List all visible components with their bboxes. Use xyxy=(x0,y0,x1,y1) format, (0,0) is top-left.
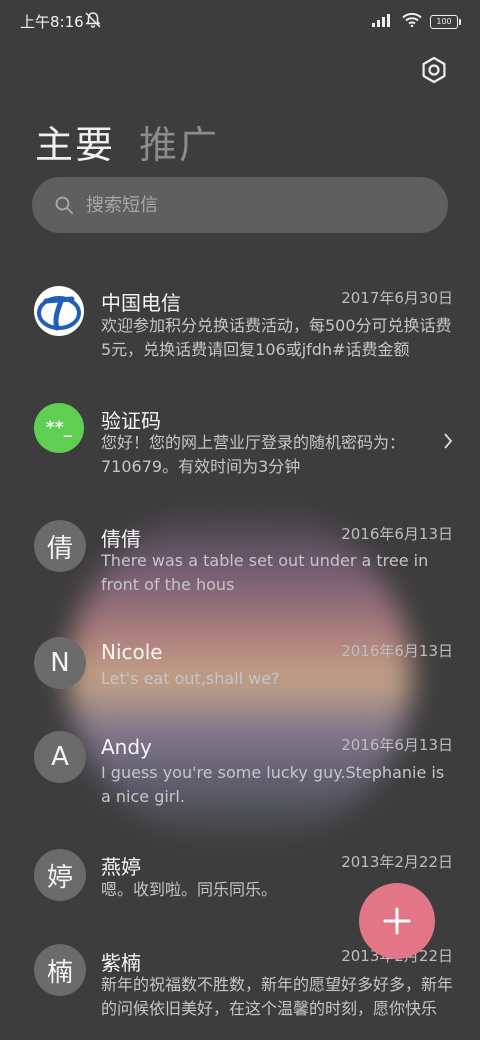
conversation-name: 倩倩 xyxy=(101,527,141,551)
conversation-date: 2017年6月30日 xyxy=(341,289,453,307)
contact-avatar: A xyxy=(34,731,86,783)
search-bar[interactable] xyxy=(32,177,448,233)
conversation-item[interactable]: 倩 倩倩 2016年6月13日 There was a table set ou… xyxy=(0,520,480,600)
mute-icon xyxy=(84,11,102,33)
search-input[interactable] xyxy=(84,193,388,217)
conversation-item[interactable]: 楠 紫楠 2013年2月22日 新年的祝福数不胜数，新年的愿望好多好多，新年的问… xyxy=(0,944,480,1034)
conversation-name: 验证码 xyxy=(101,409,161,433)
conversation-item[interactable]: A Andy 2016年6月13日 I guess you're some lu… xyxy=(0,731,480,811)
plus-icon xyxy=(383,907,411,935)
conversation-preview: 您好！您的网上营业厅登录的随机密码为：710679。有效时间为3分钟 xyxy=(101,433,406,476)
contact-avatar: 婷 xyxy=(34,849,86,901)
conversation-date: 2016年6月13日 xyxy=(341,525,453,543)
search-icon xyxy=(55,196,73,214)
verification-avatar: **_ xyxy=(34,403,84,453)
status-bar: 上午8:16 100 xyxy=(0,0,480,44)
new-message-button[interactable] xyxy=(359,883,435,959)
conversation-preview: Let's eat out,shall we? xyxy=(101,669,280,688)
conversation-date: 2016年6月13日 xyxy=(341,736,453,754)
conversation-item[interactable]: N Nicole 2016年6月13日 Let's eat out,shall … xyxy=(0,637,480,697)
conversation-preview: 新年的祝福数不胜数，新年的愿望好多好多，新年的问候依旧美好，在这个温馨的时刻，愿… xyxy=(101,975,453,1018)
conversation-item[interactable]: **_ 验证码 您好！您的网上营业厅登录的随机密码为：710679。有效时间为3… xyxy=(0,403,480,483)
battery-level: 100 xyxy=(436,17,452,26)
settings-icon[interactable] xyxy=(418,54,450,86)
conversation-preview: 欢迎参加积分兑换话费活动，每500分可兑换话费5元，兑换话费请回复106或jfd… xyxy=(101,316,452,359)
contact-avatar: 楠 xyxy=(34,944,86,996)
conversation-date: 2016年6月13日 xyxy=(341,642,453,660)
conversation-name: 紫楠 xyxy=(101,951,141,975)
tab-main[interactable]: 主要 xyxy=(35,114,115,169)
tab-bar: 主要 推广 xyxy=(35,114,219,169)
tab-promotions[interactable]: 推广 xyxy=(139,114,219,169)
conversation-item[interactable]: 中国电信 2017年6月30日 欢迎参加积分兑换话费活动，每500分可兑换话费5… xyxy=(0,284,480,364)
conversation-name: Nicole xyxy=(101,640,163,664)
conversation-date: 2013年2月22日 xyxy=(341,853,453,871)
chevron-right-icon[interactable] xyxy=(442,432,454,450)
signal-icon xyxy=(372,12,394,31)
conversation-name: 燕婷 xyxy=(101,855,141,879)
battery-icon: 100 xyxy=(430,14,461,29)
contact-avatar: N xyxy=(34,637,86,689)
conversation-name: Andy xyxy=(101,735,152,759)
telecom-logo-avatar xyxy=(34,286,84,336)
conversation-preview: There was a table set out under a tree i… xyxy=(101,551,429,594)
contact-avatar: 倩 xyxy=(34,520,86,572)
conversation-name: 中国电信 xyxy=(101,291,181,315)
conversation-preview: I guess you're some lucky guy.Stephanie … xyxy=(101,763,445,806)
wifi-icon xyxy=(402,12,422,31)
status-time: 上午8:16 xyxy=(20,13,84,31)
